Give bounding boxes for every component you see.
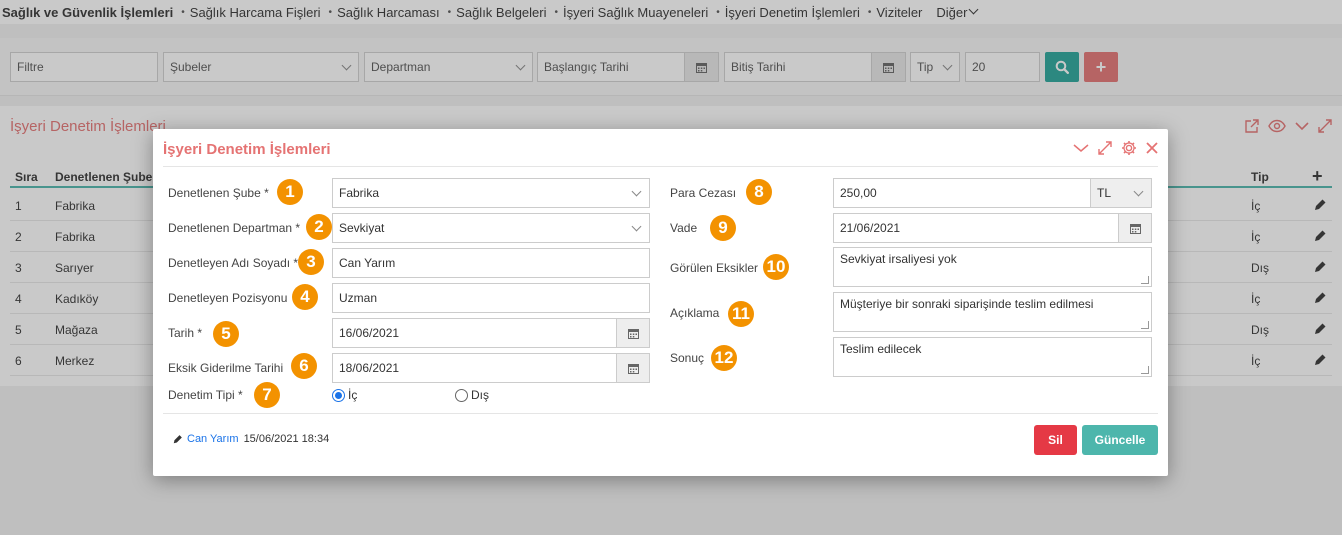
delete-button[interactable]: Sil — [1034, 425, 1077, 455]
department-select-value: Sevkiyat — [339, 221, 385, 235]
chevron-down-icon — [631, 221, 642, 232]
label-due: Vade — [670, 221, 698, 235]
resize-grip-icon[interactable] — [1141, 366, 1149, 374]
label-branch: Denetlenen Şube * — [168, 186, 269, 200]
fine-amount-value: 250,00 — [840, 186, 877, 200]
callout-badge-12: 12 — [711, 345, 737, 371]
type-radio-external[interactable]: Dış — [455, 388, 489, 402]
radio-empty-icon — [455, 388, 468, 402]
description-value: Müşteriye bir sonraki siparişinde teslim… — [840, 297, 1094, 311]
resize-grip-icon[interactable] — [1141, 276, 1149, 284]
calendar-icon[interactable] — [616, 319, 649, 347]
callout-badge-1: 1 — [277, 179, 303, 205]
label-inspector-name: Denetleyen Adı Soyadı * — [168, 256, 299, 270]
deficiencies-value: Sevkiyat irsaliyesi yok — [840, 252, 957, 266]
callout-badge-7: 7 — [254, 382, 280, 408]
label-date: Tarih * — [168, 326, 203, 340]
label-fix-date: Eksik Giderilme Tarihi — [168, 361, 284, 375]
callout-badge-10: 10 — [763, 254, 789, 280]
calendar-icon[interactable] — [616, 354, 649, 382]
label-fine: Para Cezası — [670, 186, 737, 200]
description-textarea[interactable]: Müşteriye bir sonraki siparişinde teslim… — [833, 292, 1152, 332]
currency-value: TL — [1097, 186, 1112, 200]
fine-amount-input[interactable]: 250,00 — [833, 178, 1091, 208]
callout-badge-2: 2 — [306, 214, 332, 240]
type-radio-internal[interactable]: İç — [332, 388, 357, 402]
inspector-name-input[interactable]: Can Yarım — [332, 248, 650, 278]
resize-grip-icon[interactable] — [1141, 321, 1149, 329]
collapse-chevron-icon[interactable] — [1073, 141, 1089, 155]
fix-date-input[interactable]: 18/06/2021 — [332, 353, 650, 383]
date-value: 16/06/2021 — [339, 326, 400, 340]
callout-badge-5: 5 — [213, 321, 239, 347]
label-deficiencies: Görülen Eksikler — [670, 261, 759, 275]
callout-badge-11: 11 — [728, 301, 754, 327]
modal-toolbar — [1073, 140, 1158, 156]
last-edit-info: Can Yarım 15/06/2021 18:34 — [173, 433, 329, 445]
callout-badge-6: 6 — [291, 353, 317, 379]
inspector-position-input[interactable]: Uzman — [332, 283, 650, 313]
inspector-position-value: Uzman — [339, 291, 378, 305]
close-icon[interactable] — [1146, 142, 1158, 154]
calendar-icon[interactable] — [1118, 214, 1151, 242]
chevron-down-icon — [631, 186, 642, 197]
radio-selected-icon — [332, 388, 345, 402]
callout-badge-3: 3 — [298, 249, 324, 275]
update-button[interactable]: Güncelle — [1082, 425, 1158, 455]
inspector-name-value: Can Yarım — [339, 256, 396, 270]
due-date-input[interactable]: 21/06/2021 — [833, 213, 1152, 243]
deficiencies-textarea[interactable]: Sevkiyat irsaliyesi yok — [833, 247, 1152, 287]
modal-title: İşyeri Denetim İşlemleri — [163, 141, 331, 158]
currency-select[interactable]: TL — [1090, 178, 1152, 208]
expand-icon[interactable] — [1098, 141, 1112, 155]
label-result: Sonuç — [670, 351, 705, 365]
type-radio-external-label: Dış — [471, 388, 489, 402]
inspection-edit-modal: İşyeri Denetim İşlemleri Denetlenen Şube… — [153, 129, 1168, 476]
result-textarea[interactable]: Teslim edilecek — [833, 337, 1152, 377]
last-edit-user[interactable]: Can Yarım — [187, 433, 239, 445]
pencil-icon — [173, 435, 182, 444]
result-value: Teslim edilecek — [840, 342, 922, 356]
branch-select-value: Fabrika — [339, 186, 380, 200]
last-edit-timestamp: 15/06/2021 18:34 — [243, 433, 330, 445]
label-inspector-position: Denetleyen Pozisyonu — [168, 291, 288, 305]
callout-badge-9: 9 — [710, 215, 736, 241]
label-description: Açıklama — [670, 306, 720, 320]
label-department: Denetlenen Departman * — [168, 221, 301, 235]
callout-badge-4: 4 — [292, 284, 318, 310]
department-select[interactable]: Sevkiyat — [332, 213, 650, 243]
branch-select[interactable]: Fabrika — [332, 178, 650, 208]
fix-date-value: 18/06/2021 — [339, 361, 400, 375]
type-radio-internal-label: İç — [348, 388, 358, 402]
label-inspection-type: Denetim Tipi * — [168, 388, 243, 402]
modal-header-divider — [163, 166, 1158, 167]
callout-badge-8: 8 — [746, 179, 772, 205]
due-date-value: 21/06/2021 — [840, 221, 901, 235]
modal-footer-divider — [163, 413, 1158, 414]
date-input[interactable]: 16/06/2021 — [332, 318, 650, 348]
gear-icon[interactable] — [1121, 140, 1137, 156]
chevron-down-icon — [1133, 186, 1144, 197]
